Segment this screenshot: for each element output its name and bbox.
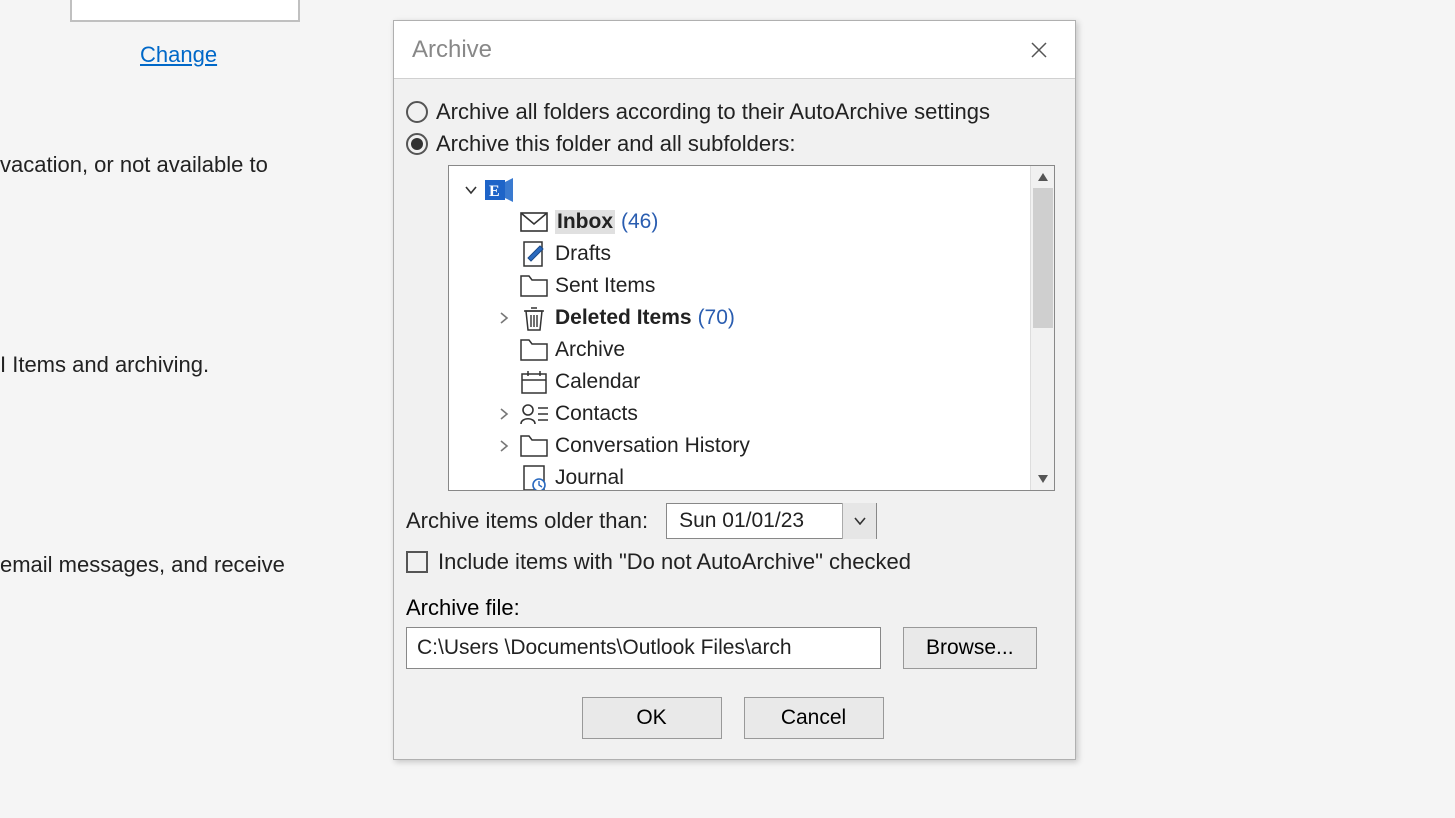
scroll-up-icon[interactable]	[1031, 166, 1054, 188]
tree-item-conversation-history[interactable]: Conversation History	[461, 430, 1026, 462]
scroll-down-icon[interactable]	[1031, 468, 1054, 490]
include-checkbox-row[interactable]: Include items with "Do not AutoArchive" …	[406, 549, 1059, 575]
tree-item-archive[interactable]: Archive	[461, 334, 1026, 366]
folder-icon	[519, 273, 549, 299]
contacts-icon	[519, 401, 549, 427]
radio-icon	[406, 101, 428, 123]
radio-label: Archive all folders according to their A…	[436, 99, 990, 125]
calendar-icon	[519, 369, 549, 395]
tree-item-contacts[interactable]: Contacts	[461, 398, 1026, 430]
radio-icon	[406, 133, 428, 155]
checkbox-icon	[406, 551, 428, 573]
chevron-down-icon[interactable]	[465, 185, 485, 195]
scrollbar[interactable]	[1030, 166, 1054, 490]
tree-item-calendar[interactable]: Calendar	[461, 366, 1026, 398]
folder-label: Deleted Items	[555, 306, 692, 330]
browse-button[interactable]: Browse...	[903, 627, 1037, 669]
archive-file-label: Archive file:	[406, 595, 1059, 621]
tree-item-deleted-items[interactable]: Deleted Items(70)	[461, 302, 1026, 334]
tree-root[interactable]: E	[461, 174, 1026, 206]
chevron-right-icon[interactable]	[499, 408, 519, 420]
journal-icon	[519, 465, 549, 490]
ok-button[interactable]: OK	[582, 697, 722, 739]
draft-icon	[519, 241, 549, 267]
tree-item-drafts[interactable]: Drafts	[461, 238, 1026, 270]
older-than-row: Archive items older than: Sun 01/01/23	[406, 503, 1059, 539]
folder-label: Drafts	[555, 242, 611, 266]
trash-icon	[519, 305, 549, 331]
svg-text:E: E	[489, 183, 500, 200]
folder-label: Contacts	[555, 402, 638, 426]
close-icon[interactable]	[1021, 36, 1057, 64]
older-than-label: Archive items older than:	[406, 508, 648, 534]
exchange-icon: E	[485, 177, 515, 203]
folder-icon	[519, 433, 549, 459]
titlebar: Archive	[394, 21, 1075, 79]
cancel-button[interactable]: Cancel	[744, 697, 884, 739]
folder-label: Inbox	[555, 210, 615, 234]
folder-label: Journal	[555, 466, 624, 490]
chevron-down-icon[interactable]	[842, 503, 876, 539]
older-than-field[interactable]: Sun 01/01/23	[666, 503, 877, 539]
folder-count: (46)	[621, 210, 658, 234]
chevron-right-icon[interactable]	[499, 440, 519, 452]
radio-label: Archive this folder and all subfolders:	[436, 131, 796, 157]
archive-file-input[interactable]: C:\Users \Documents\Outlook Files\arch	[406, 627, 881, 669]
folder-count: (70)	[698, 306, 735, 330]
folder-label: Sent Items	[555, 274, 655, 298]
radio-archive-folder[interactable]: Archive this folder and all subfolders:	[406, 131, 1059, 157]
background-text: email messages, and receive	[0, 552, 285, 578]
archive-dialog: Archive Archive all folders according to…	[393, 20, 1076, 760]
folder-label: Calendar	[555, 370, 640, 394]
folder-label: Archive	[555, 338, 625, 362]
background-text: vacation, or not available to	[0, 152, 268, 178]
folder-icon	[519, 337, 549, 363]
chevron-right-icon[interactable]	[499, 312, 519, 324]
older-than-value: Sun 01/01/23	[667, 509, 842, 533]
background-text: I Items and archiving.	[0, 352, 209, 378]
scrollbar-thumb[interactable]	[1033, 188, 1053, 328]
include-label: Include items with "Do not AutoArchive" …	[438, 549, 911, 575]
radio-autoarchive-all[interactable]: Archive all folders according to their A…	[406, 99, 1059, 125]
account-thumbnail	[70, 0, 300, 22]
tree-item-sent-items[interactable]: Sent Items	[461, 270, 1026, 302]
change-link[interactable]: Change	[140, 42, 217, 68]
folder-tree[interactable]: EInbox(46)DraftsSent ItemsDeleted Items(…	[448, 165, 1055, 491]
tree-item-inbox[interactable]: Inbox(46)	[461, 206, 1026, 238]
folder-label: Conversation History	[555, 434, 750, 458]
dialog-title: Archive	[412, 36, 492, 64]
tree-item-journal[interactable]: Journal	[461, 462, 1026, 490]
mail-icon	[519, 209, 549, 235]
